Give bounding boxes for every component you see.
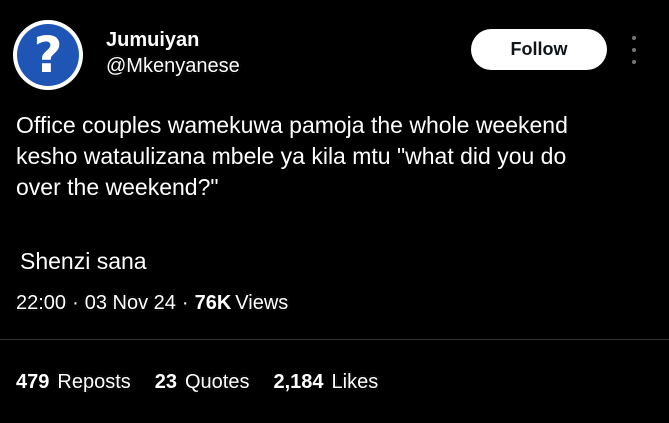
user-handle[interactable]: @Mkenyanese	[106, 54, 240, 78]
follow-button[interactable]: Follow	[471, 29, 607, 70]
meta-separator: ·	[72, 292, 79, 314]
tweet-date[interactable]: 03 Nov 24	[85, 292, 176, 315]
views-label: Views	[235, 292, 289, 314]
tweet-time[interactable]: 22:00	[16, 292, 66, 315]
more-dot	[632, 48, 636, 52]
reposts-label: Reposts	[57, 371, 131, 393]
question-mark-icon: ?	[17, 24, 79, 86]
reposts-count: 479	[16, 371, 50, 393]
views-count: 76K	[194, 292, 232, 314]
tweet-text-line: Shenzi sana	[20, 248, 147, 274]
tweet-text: Office couples wamekuwa pamoja the whole…	[16, 112, 568, 200]
author-info: Jumuiyan @Mkenyanese	[106, 28, 240, 78]
reposts-stat[interactable]: 479 Reposts	[16, 371, 131, 394]
avatar[interactable]: ?	[13, 20, 83, 90]
likes-count: 2,184	[273, 371, 324, 393]
meta-separator: ·	[181, 292, 189, 314]
likes-label: Likes	[331, 371, 379, 393]
more-dot	[632, 60, 636, 64]
divider	[0, 339, 669, 340]
quotes-count: 23	[154, 371, 177, 393]
quotes-stat[interactable]: 23 Quotes	[155, 371, 250, 394]
display-name[interactable]: Jumuiyan	[106, 28, 240, 52]
more-vertical-icon[interactable]	[626, 36, 642, 64]
more-dot	[632, 36, 636, 40]
quotes-label: Quotes	[185, 371, 250, 393]
tweet-stats: 479 Reposts 23 Quotes 2,184 Likes	[16, 371, 402, 394]
tweet-meta: 22:00 · 03 Nov 24 · 76K Views	[16, 292, 288, 315]
likes-stat[interactable]: 2,184 Likes	[273, 371, 378, 394]
